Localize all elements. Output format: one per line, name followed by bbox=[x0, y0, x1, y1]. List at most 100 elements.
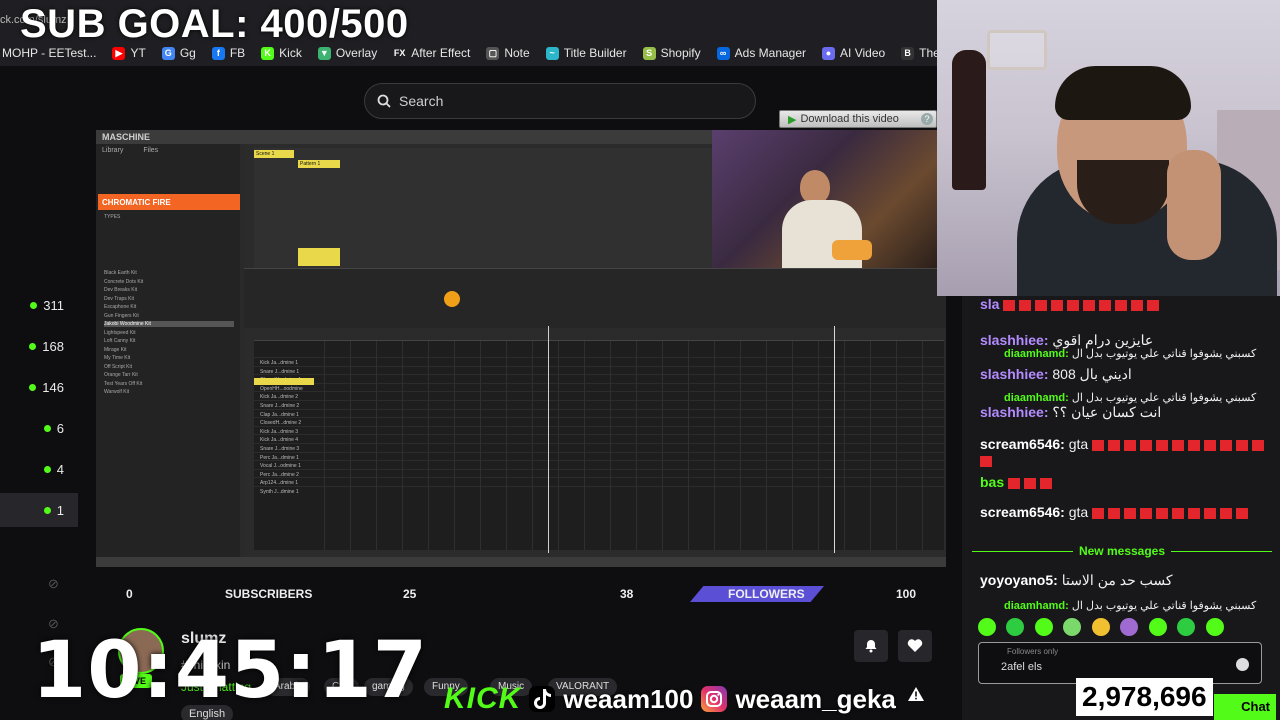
chat-username[interactable]: scream6546: bbox=[980, 436, 1069, 452]
controller-lights bbox=[832, 240, 872, 260]
hidden-channel-icon[interactable]: ⊘ bbox=[48, 576, 64, 592]
download-video-button[interactable]: ▶ Download this video ? bbox=[779, 110, 937, 128]
bookmark-item[interactable]: ▢ Note bbox=[486, 46, 530, 60]
piano-roll-column bbox=[922, 341, 923, 551]
new-messages-divider[interactable]: New messages bbox=[972, 543, 1272, 559]
report-button[interactable] bbox=[906, 684, 926, 704]
bookmark-item[interactable]: G Gg bbox=[161, 46, 196, 60]
emote-icon[interactable] bbox=[1006, 618, 1025, 636]
chat-message[interactable]: sla bbox=[980, 296, 1270, 312]
chat-input-value[interactable]: 2afel els bbox=[1001, 661, 1042, 673]
bookmark-label: Note bbox=[504, 46, 530, 60]
piano-roll-column bbox=[584, 341, 585, 551]
kit-list-item: Concrete Dots Kit bbox=[104, 278, 144, 285]
piano-roll-column bbox=[766, 341, 767, 551]
rail-stat-item[interactable]: 146 bbox=[0, 370, 78, 404]
online-dot-icon bbox=[29, 383, 37, 391]
piano-roll-row bbox=[254, 391, 944, 393]
kit-list-item: Test Years Off Kit bbox=[104, 380, 143, 387]
piano-roll-row bbox=[254, 382, 944, 384]
bookmark-item[interactable]: ∞ Ads Manager bbox=[716, 46, 806, 60]
streamer-hair bbox=[1055, 66, 1191, 120]
kit-list-item: Mirage Kit bbox=[104, 346, 127, 353]
bookmark-item[interactable]: ▶ YT bbox=[112, 46, 146, 60]
redacted-emote-icon bbox=[1035, 299, 1048, 311]
chat-message-text: كسبني يشوفوا قناتي علي يوتيوب بدل ال bbox=[1071, 392, 1257, 404]
piano-roll-column bbox=[376, 341, 377, 551]
piano-roll-row bbox=[254, 460, 944, 462]
library-category: CHROMATIC FIRE bbox=[98, 194, 240, 210]
chat-message[interactable]: scream6546: gta bbox=[980, 436, 1270, 468]
chat-message[interactable]: scream6546: gta bbox=[980, 504, 1270, 520]
chat-username[interactable]: slashhiee: bbox=[980, 366, 1052, 382]
followers-current: 38 bbox=[620, 587, 634, 601]
rail-stat-value: 168 bbox=[42, 338, 64, 354]
bookmark-item[interactable]: MOHP - EETest... bbox=[2, 46, 96, 60]
piano-roll-column bbox=[818, 341, 819, 551]
bookmark-label: YT bbox=[130, 46, 146, 60]
redacted-emote-icon bbox=[1108, 507, 1121, 519]
emote-icon[interactable] bbox=[1148, 618, 1167, 636]
chat-username[interactable]: slashhiee: bbox=[980, 404, 1052, 420]
chat-message[interactable]: slashhiee: 808 اديني بال bbox=[980, 366, 1270, 382]
emote-icon[interactable] bbox=[1034, 618, 1053, 636]
emote-icon[interactable] bbox=[1120, 618, 1139, 636]
piano-roll-column bbox=[662, 341, 663, 551]
emote-icon[interactable] bbox=[1063, 618, 1082, 636]
track-name: Vocal J...odmine 1 bbox=[260, 463, 301, 470]
search-bar[interactable]: Search bbox=[364, 83, 756, 119]
help-icon[interactable]: ? bbox=[921, 113, 933, 125]
rail-stat-item[interactable]: 6 bbox=[0, 411, 78, 445]
pattern-clip bbox=[298, 248, 340, 266]
chat-username[interactable]: scream6546: bbox=[980, 504, 1069, 520]
piano-roll-row bbox=[254, 434, 944, 436]
bookmark-label: AI Video bbox=[840, 46, 886, 60]
chat-username[interactable]: yoyoyano5: bbox=[980, 572, 1062, 588]
track-name: Kick Ja...dmine 2 bbox=[260, 394, 299, 401]
emote-icon[interactable] bbox=[978, 618, 996, 636]
bookmark-item[interactable]: K Kick bbox=[261, 46, 302, 60]
tiktok-icon bbox=[529, 686, 556, 712]
emote-icon[interactable] bbox=[1205, 618, 1224, 636]
embedded-webcam bbox=[712, 130, 938, 268]
bookmark-label: Overlay bbox=[335, 46, 378, 60]
chat-username[interactable]: sla bbox=[980, 296, 1003, 312]
chat-username[interactable]: diaamhamd: bbox=[1004, 600, 1072, 612]
rail-stat-value: 311 bbox=[43, 297, 64, 313]
piano-roll-column bbox=[506, 341, 507, 551]
emoji-icon[interactable] bbox=[1236, 658, 1249, 671]
redacted-emote-icon bbox=[1131, 299, 1144, 311]
chat-username[interactable]: diaamhamd: bbox=[1004, 348, 1072, 360]
chat-message[interactable]: diaamhamd: كسبني يشوفوا قناتي علي يوتيوب… bbox=[1004, 598, 1280, 614]
track-name: Kick Ja...dmine 3 bbox=[260, 428, 299, 435]
online-dot-icon bbox=[43, 424, 51, 432]
bookmark-item[interactable]: BThe Bus bbox=[901, 46, 940, 60]
bookmark-item[interactable]: ● AI Video bbox=[822, 46, 885, 60]
rail-stat-item[interactable]: 168 bbox=[0, 329, 78, 363]
emote-icon[interactable] bbox=[1177, 618, 1196, 636]
rail-stat-item[interactable]: 311 bbox=[0, 288, 78, 322]
rail-stat-item[interactable]: 1 bbox=[0, 493, 78, 527]
chat-username[interactable]: diaamhamd: bbox=[1004, 392, 1072, 404]
selected-track bbox=[254, 378, 314, 385]
bookmark-icon: B bbox=[901, 46, 915, 60]
chat-username[interactable]: bas bbox=[980, 474, 1008, 490]
rail-stat-item[interactable]: 4 bbox=[0, 452, 78, 486]
notification-bell-button[interactable] bbox=[854, 630, 888, 662]
emote-icon[interactable] bbox=[1091, 618, 1110, 636]
send-chat-button[interactable]: Chat bbox=[1214, 694, 1276, 720]
piano-roll-column bbox=[870, 341, 871, 551]
bookmark-item[interactable]: f FB bbox=[211, 46, 245, 60]
bookmark-item[interactable]: S Shopify bbox=[642, 46, 701, 60]
chat-message[interactable]: yoyoyano5: كسب حد من الاستا bbox=[980, 572, 1270, 588]
bookmark-item[interactable]: ~ Title Builder bbox=[545, 46, 627, 60]
redacted-emote-icon bbox=[1067, 299, 1080, 311]
redacted-emote-icon bbox=[1172, 507, 1185, 519]
chat-message[interactable]: slashhiee: انت كسان عيان ؟؟ bbox=[980, 404, 1270, 420]
chat-message[interactable]: bas bbox=[980, 474, 1270, 490]
piano-roll-column bbox=[714, 341, 715, 551]
bookmark-item[interactable]: FX After Effect bbox=[393, 46, 470, 60]
bookmark-item[interactable]: ▼ Overlay bbox=[317, 46, 378, 60]
follow-heart-button[interactable] bbox=[898, 630, 932, 662]
chat-message[interactable]: diaamhamd: كسبني يشوفوا قناتي علي يوتيوب… bbox=[1004, 346, 1280, 362]
